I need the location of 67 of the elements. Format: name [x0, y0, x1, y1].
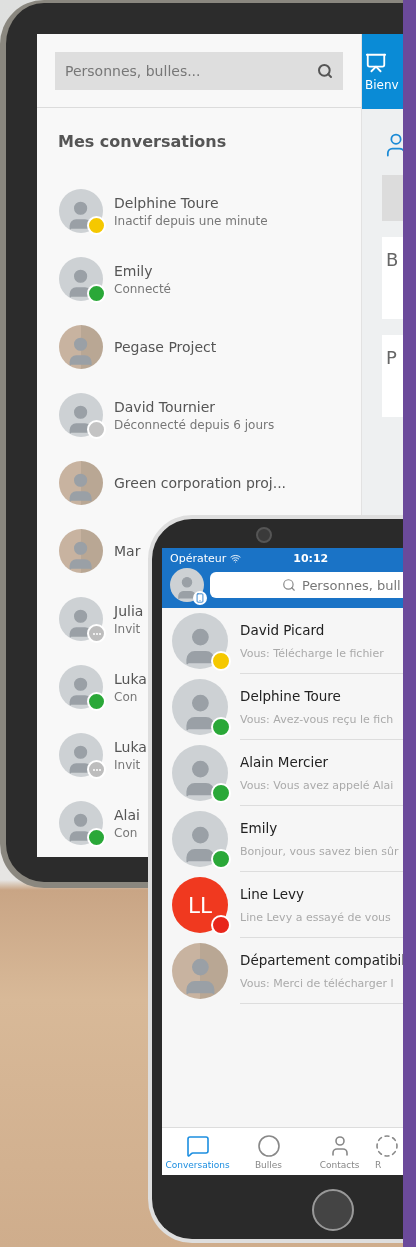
status-time: 10:12 [293, 551, 329, 565]
initials-avatar: LL [172, 877, 228, 933]
contact-name[interactable]: Luka [114, 738, 147, 755]
circle-icon [256, 1133, 281, 1158]
search-field[interactable]: Personnes, bull [210, 572, 403, 598]
chat-bubble-icon [185, 1133, 210, 1158]
welcome-tab[interactable]: Bienv [362, 34, 403, 109]
contact-name[interactable]: Alai [114, 806, 140, 823]
contact-name[interactable]: Delphine Toure [240, 687, 341, 704]
presence-text: Invit [114, 621, 141, 636]
contact-name[interactable]: Luka [114, 670, 147, 687]
avatar-placeholder [59, 257, 103, 301]
group-avatar-placeholder [59, 325, 103, 369]
avatar-placeholder [59, 733, 103, 777]
avatar-placeholder [172, 679, 228, 735]
contact-name[interactable]: Emily [240, 819, 278, 836]
presence-text: Inactif depuis une minute [114, 213, 268, 228]
nav-tab[interactable]: R [375, 1128, 403, 1175]
presence-text: Connecté [114, 281, 171, 296]
contact-name[interactable]: David Picard [240, 621, 325, 638]
message-preview: Vous: Vous avez appelé Alai [240, 778, 394, 792]
screen-icon [365, 51, 387, 74]
wifi-icon [230, 552, 242, 564]
contact-name[interactable]: Emily [114, 262, 153, 279]
contact-name[interactable]: Alain Mercier [240, 753, 329, 770]
search-icon [317, 63, 333, 79]
nav-tab[interactable]: Bulles [233, 1128, 304, 1175]
contact-name[interactable]: Pegase Project [114, 339, 217, 355]
contact-name[interactable]: Line Levy [240, 885, 304, 902]
contact-name[interactable]: Delphine Toure [114, 194, 219, 211]
avatar-placeholder [59, 665, 103, 709]
avatar-placeholder [172, 745, 228, 801]
mobile-icon [193, 591, 207, 605]
presence-text: Con [114, 689, 138, 704]
group-avatar-placeholder [59, 461, 103, 505]
contact-name[interactable]: Julia [114, 602, 144, 619]
avatar-placeholder [59, 801, 103, 845]
nav-tab[interactable]: Contacts [304, 1128, 375, 1175]
home-button[interactable] [312, 1189, 354, 1231]
message-preview: Bonjour, vous savez bien sûr [240, 844, 399, 858]
nav-tab[interactable]: Conversations [162, 1128, 233, 1175]
section-heading: Mes conversations [57, 131, 228, 151]
avatar-placeholder[interactable] [170, 568, 204, 602]
panel-card: B [382, 237, 403, 319]
search-icon [282, 578, 296, 592]
message-preview: Vous: Avez-vous reçu le fich [240, 712, 394, 726]
contact-name[interactable]: David Tournier [114, 398, 216, 415]
avatar-placeholder [172, 613, 228, 669]
panel-card: P [382, 335, 403, 417]
avatar-placeholder [59, 597, 103, 641]
camera-lens [256, 527, 272, 543]
contact-name[interactable]: Mar [114, 543, 141, 559]
avatar-placeholder [172, 811, 228, 867]
presence-text: Déconnecté depuis 6 jours [114, 417, 275, 432]
presence-text: Con [114, 825, 138, 840]
message-preview: Line Levy a essayé de vous [240, 910, 391, 924]
dashed-circle-icon [375, 1133, 399, 1158]
avatar-placeholder [59, 393, 103, 437]
message-preview: Vous: Télécharge le fichier [240, 646, 384, 660]
contact-name[interactable]: Green corporation proj... [114, 475, 287, 491]
presence-text: Invit [114, 757, 141, 772]
carrier-label: Opérateur [170, 551, 227, 565]
group-avatar-placeholder [59, 529, 103, 573]
search-field[interactable]: Personnes, bulles... [55, 52, 343, 90]
avatar-placeholder [59, 189, 103, 233]
contact-name[interactable]: Département compatibil [240, 951, 403, 968]
group-avatar-placeholder [172, 943, 228, 999]
